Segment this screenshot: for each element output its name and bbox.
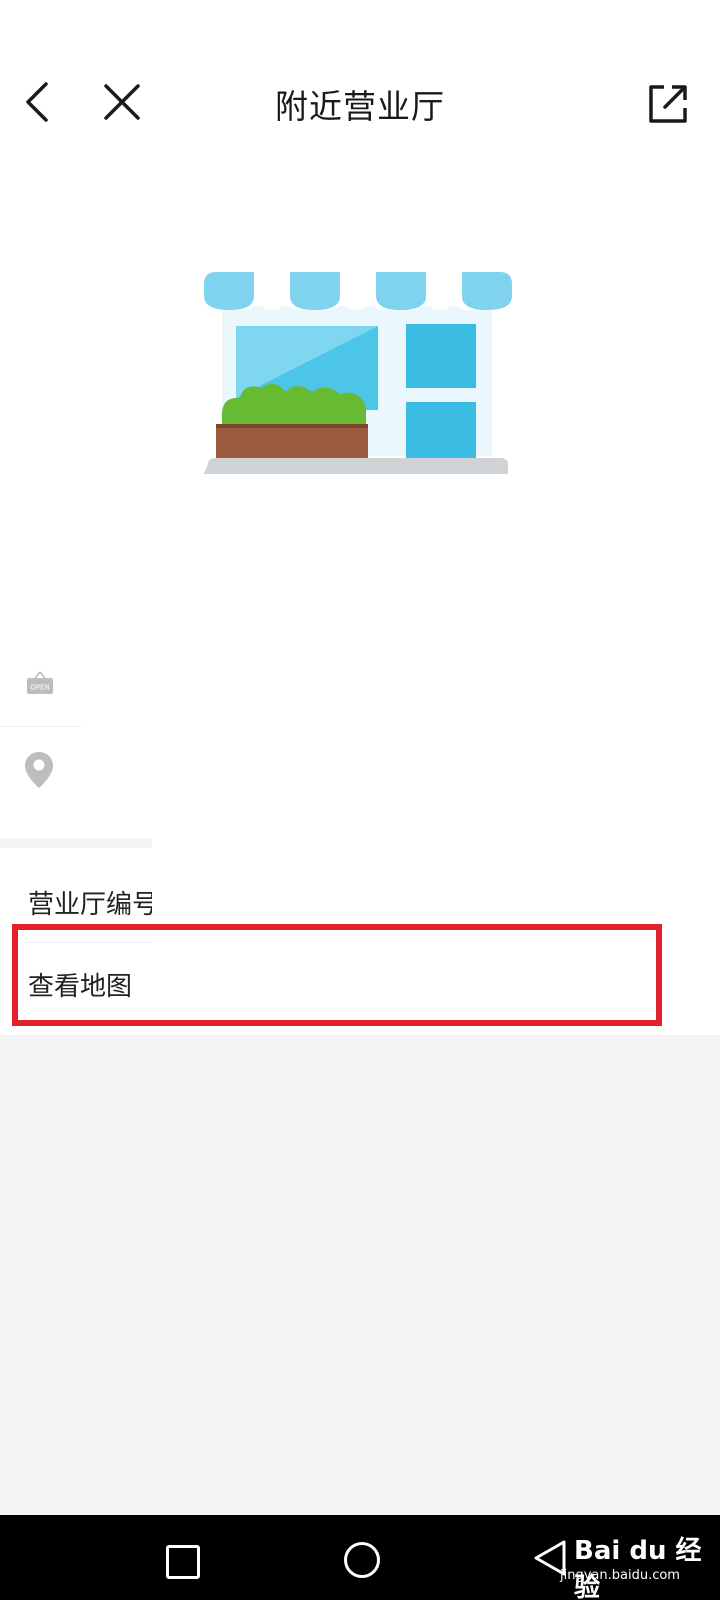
empty-background (0, 1035, 720, 1515)
open-sign-icon: OPEN (27, 671, 53, 694)
section-separator (0, 838, 152, 848)
watermark-brand: Bai du 经验 (574, 1536, 702, 1603)
baidu-watermark: Bai du 经验 jingyan.baidu.com (560, 1528, 710, 1603)
square-icon[interactable] (166, 1545, 200, 1579)
open-sign-text: OPEN (30, 684, 49, 692)
hours-row: OPEN (0, 660, 82, 726)
top-bar: 附近营业厅 (0, 0, 720, 210)
highlight-box (12, 924, 662, 1026)
storefront-illustration (204, 272, 512, 474)
location-pin-icon (25, 752, 53, 788)
page-title: 附近营业厅 (275, 87, 445, 126)
address-row (0, 727, 82, 817)
store-number-label: 营业厅编号 (28, 890, 152, 920)
share-external-icon[interactable] (646, 82, 690, 126)
watermark-url: jingyan.baidu.com (560, 1568, 680, 1583)
circle-icon[interactable] (344, 1542, 380, 1578)
